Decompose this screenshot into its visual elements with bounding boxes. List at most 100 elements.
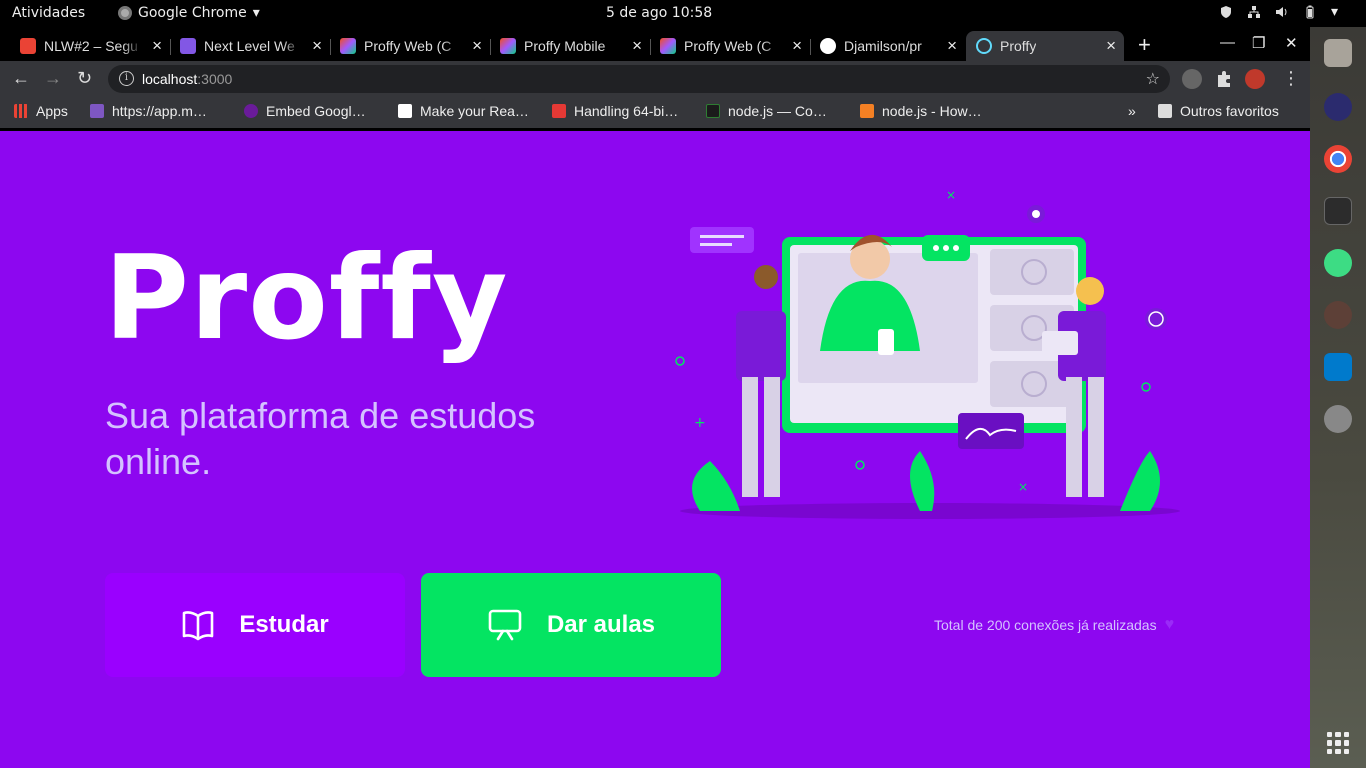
github-icon xyxy=(820,38,836,54)
jetbrains-icon xyxy=(706,104,720,118)
address-bar[interactable]: i localhost:3000 ☆ xyxy=(108,65,1170,93)
window-close-button[interactable]: ✕ xyxy=(1285,34,1298,52)
bookmark-label: node.js - How… xyxy=(882,103,982,119)
menu-kebab-icon[interactable]: ⋮ xyxy=(1282,68,1300,89)
volume-icon[interactable] xyxy=(1275,5,1289,19)
close-icon[interactable]: × xyxy=(472,36,482,56)
embed-icon xyxy=(244,104,258,118)
app-icon xyxy=(90,104,104,118)
bookmark-item[interactable]: Make your Rea… xyxy=(398,103,529,119)
ubuntu-dock xyxy=(1310,27,1366,768)
tab-label: Proffy Web (C xyxy=(684,38,772,54)
bookmark-label: node.js — Co… xyxy=(728,103,827,119)
minimize-button[interactable]: — xyxy=(1220,34,1235,51)
shield-icon[interactable] xyxy=(1219,5,1233,19)
teach-button[interactable]: Dar aulas xyxy=(421,573,721,677)
bookmark-item[interactable]: node.js - How… xyxy=(860,103,982,119)
study-button-label: Estudar xyxy=(239,611,329,638)
close-icon[interactable]: × xyxy=(632,36,642,56)
tab-label: Proffy Web (C xyxy=(364,38,452,54)
bookmark-item[interactable]: node.js — Co… xyxy=(706,103,827,119)
hero-illustration: × × + xyxy=(675,188,1180,519)
study-button[interactable]: Estudar xyxy=(105,573,405,677)
files-icon[interactable] xyxy=(1324,39,1352,67)
url-port: :3000 xyxy=(197,71,233,87)
react-icon xyxy=(976,38,992,54)
app-menu[interactable]: Google Chrome ▾ xyxy=(118,5,260,21)
tab-strip: NLW#2 – Segu × Next Level We × Proffy We… xyxy=(0,27,1310,61)
tab-next-level-week[interactable]: Next Level We × xyxy=(170,31,330,61)
tab-proffy-web-figma[interactable]: Proffy Web (C × xyxy=(330,31,490,61)
android-studio-icon[interactable] xyxy=(1324,249,1352,277)
gmail-icon xyxy=(20,38,36,54)
show-applications-icon[interactable] xyxy=(1327,732,1349,754)
chrome-icon[interactable] xyxy=(1324,145,1352,173)
bookmark-item[interactable]: https://app.m… xyxy=(90,103,207,119)
tab-gmail[interactable]: NLW#2 – Segu × xyxy=(10,31,170,61)
tab-proffy-web-figma-2[interactable]: Proffy Web (C × xyxy=(650,31,810,61)
tab-label: Proffy xyxy=(1000,38,1037,54)
extension-icon[interactable] xyxy=(1182,69,1202,89)
url-text[interactable]: localhost:3000 xyxy=(142,71,232,87)
bookmarks-overflow-chevron-icon[interactable]: » xyxy=(1128,103,1136,119)
svg-text:×: × xyxy=(946,188,956,202)
bookmark-label: Embed Googl… xyxy=(266,103,366,119)
stackoverflow-icon xyxy=(860,104,874,118)
rocketseat-icon xyxy=(180,38,196,54)
close-icon[interactable]: × xyxy=(792,36,802,56)
forward-arrow-icon[interactable]: → xyxy=(44,68,62,89)
folder-icon xyxy=(1158,104,1172,118)
close-icon[interactable]: × xyxy=(312,36,322,56)
avatar[interactable] xyxy=(1245,69,1265,89)
svg-text:×: × xyxy=(1018,480,1028,494)
bookmarks-bar: Apps https://app.m… Embed Googl… Make yo… xyxy=(0,97,1310,128)
url-host: localhost xyxy=(142,71,198,87)
tab-label: NLW#2 – Segu xyxy=(44,38,138,54)
bookmark-item[interactable]: Handling 64-bi… xyxy=(552,103,678,119)
total-connections: Total de 200 conexões já realizadas ♥ xyxy=(934,616,1174,634)
vscode-icon[interactable] xyxy=(1324,353,1352,381)
info-icon[interactable]: i xyxy=(119,71,134,86)
activities-button[interactable]: Atividades xyxy=(12,5,85,21)
gimp-icon[interactable] xyxy=(1324,301,1352,329)
maximize-button[interactable]: ❐ xyxy=(1252,34,1265,52)
tagline: Sua plataforma de estudos online. xyxy=(105,395,536,482)
figma-icon xyxy=(660,38,676,54)
heart-icon: ♥ xyxy=(1164,616,1175,633)
svg-text:+: + xyxy=(694,415,706,431)
clock[interactable]: 5 de ago 10:58 xyxy=(606,5,712,21)
landing-page: Proffy Sua plataforma de estudos online. xyxy=(0,131,1310,768)
page-icon xyxy=(398,104,412,118)
figma-icon xyxy=(500,38,516,54)
apps-grid-icon xyxy=(14,104,28,118)
system-tray[interactable]: ▾ xyxy=(1219,4,1338,20)
reload-icon[interactable]: ↻ xyxy=(77,68,92,89)
extensions-puzzle-icon[interactable] xyxy=(1214,69,1234,89)
bookmark-item[interactable]: Embed Googl… xyxy=(244,103,366,119)
eclipse-icon[interactable] xyxy=(1324,93,1352,121)
tab-proffy-mobile-figma[interactable]: Proffy Mobile × xyxy=(490,31,650,61)
bookmark-apps[interactable]: Apps xyxy=(14,103,68,119)
bookmark-other-folder[interactable]: Outros favoritos xyxy=(1158,103,1279,119)
network-icon[interactable] xyxy=(1247,5,1261,19)
tab-github[interactable]: Djamilson/pr × xyxy=(810,31,965,61)
disk-icon[interactable] xyxy=(1324,405,1352,433)
bookmark-label: Make your Rea… xyxy=(420,103,529,119)
new-tab-button[interactable]: + xyxy=(1138,32,1151,58)
chrome-app-icon xyxy=(118,6,132,20)
close-icon[interactable]: × xyxy=(1106,36,1116,56)
infinity-icon xyxy=(552,104,566,118)
chevron-down-icon[interactable]: ▾ xyxy=(1331,4,1338,20)
back-arrow-icon[interactable]: ← xyxy=(12,68,30,89)
presentation-board-icon xyxy=(488,609,522,641)
tab-proffy-active[interactable]: Proffy × xyxy=(966,31,1124,61)
terminal-icon[interactable] xyxy=(1324,197,1352,225)
bookmark-label: https://app.m… xyxy=(112,103,207,119)
book-icon xyxy=(183,611,214,641)
bookmark-label: Apps xyxy=(36,103,68,119)
figma-icon xyxy=(340,38,356,54)
close-icon[interactable]: × xyxy=(152,36,162,56)
close-icon[interactable]: × xyxy=(947,36,957,56)
battery-icon[interactable] xyxy=(1303,5,1317,19)
bookmark-star-icon[interactable]: ☆ xyxy=(1146,69,1160,89)
